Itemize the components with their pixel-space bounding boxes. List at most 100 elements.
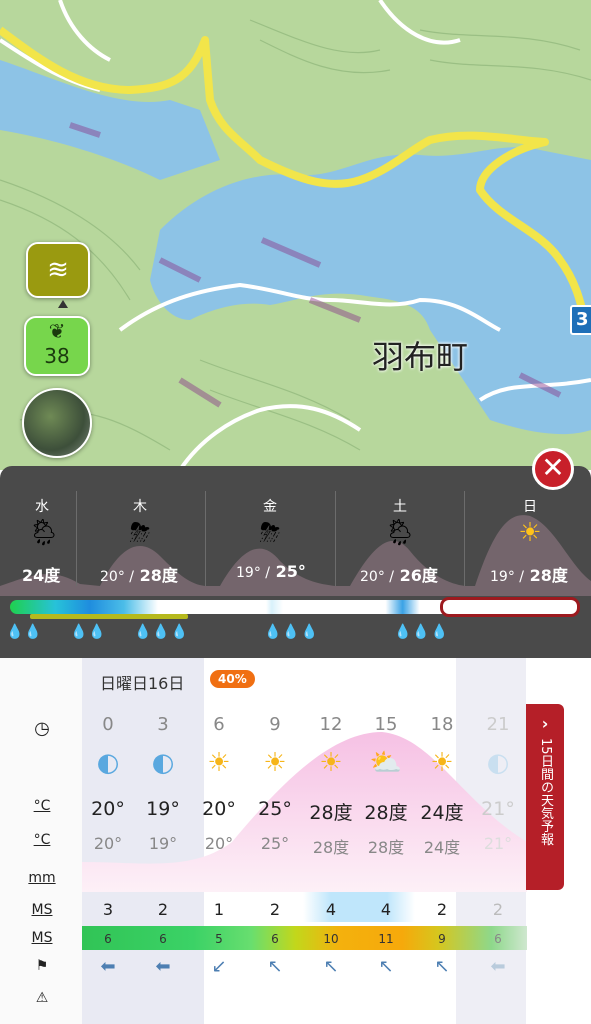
timeline-selection[interactable] (440, 597, 580, 617)
moon-icon: ◐ (151, 748, 175, 778)
sun-icon: ☀ (263, 748, 287, 778)
timeline-current-range (30, 614, 188, 619)
hour-label: 12 (319, 714, 343, 735)
sun-icon: ☀ (430, 748, 454, 778)
rain-unit-label[interactable]: mm (28, 870, 56, 886)
moon-icon: ◐ (96, 748, 120, 778)
air-quality-button[interactable]: ❦ 38 (24, 316, 90, 376)
feels-like-temp: 25° (260, 834, 290, 853)
feels-like-temp: 21° (483, 834, 513, 853)
hour-label: 6 (213, 714, 225, 735)
day-name[interactable]: 木 (110, 496, 170, 516)
day-temp: 19° / 28度 (490, 566, 568, 585)
rain-drops-icon: 💧💧💧 (394, 624, 450, 640)
day-divider (335, 491, 336, 586)
day-divider (464, 491, 465, 586)
gust-speed: 11 (378, 932, 394, 946)
feels-like-temp: 28度 (312, 838, 350, 857)
wind-layer-button[interactable]: ≋ (26, 242, 90, 298)
map-terrain (0, 0, 591, 470)
feels-like-temp: 28度 (367, 838, 405, 857)
temp-unit-label[interactable]: °C (28, 798, 56, 814)
moon-cloud-icon: ◐ (486, 748, 510, 778)
temperature: 20° (91, 798, 125, 820)
date-label: 日曜日16日 (100, 674, 185, 693)
day-name[interactable]: 日 (500, 496, 560, 516)
wind-speed: 2 (157, 900, 169, 919)
day-name[interactable]: 土 (370, 496, 430, 516)
gust-speed: 9 (438, 932, 446, 946)
wind-unit-label[interactable]: MS (28, 902, 56, 918)
wind-direction-arrow-icon: ↖ (323, 956, 339, 977)
hourly-forecast-panel: 日曜日16日 40% ◷ °C °C mm MS MS ⚑ ⚠ 0 3 6 9 … (0, 658, 591, 1024)
feels-like-temp: 20° (93, 834, 123, 853)
wind-speed: 1 (213, 900, 225, 919)
temperature: 19° (146, 798, 180, 820)
hour-label: 18 (430, 714, 454, 735)
hour-label: 3 (157, 714, 169, 735)
hour-label: 21 (486, 714, 510, 735)
gust-speed: 6 (104, 932, 112, 946)
close-button[interactable]: ✕ (532, 448, 574, 490)
warning-icon: ⚠ (35, 990, 49, 1006)
webcam-photo-button[interactable] (22, 388, 92, 458)
feels-like-temp: 24度 (423, 838, 461, 857)
gust-speed: 6 (271, 932, 279, 946)
thunder-sun-cloud-icon: ⛈ (259, 518, 281, 548)
gust-speed: 6 (159, 932, 167, 946)
wind-direction-arrow-icon: ↙ (211, 956, 227, 977)
sun-icon: ☀ (518, 518, 542, 548)
clock-icon: ◷ (34, 718, 50, 739)
temperature: 24度 (420, 802, 464, 824)
road-number-sign: 3 (570, 305, 591, 335)
sun-rain-cloud-icon: 🌦 (27, 518, 61, 548)
day-divider (76, 491, 77, 586)
wind-direction-arrow-icon: ↖ (267, 956, 283, 977)
wind-direction-arrow-icon: ↖ (434, 956, 450, 977)
gust-speed: 6 (494, 932, 502, 946)
sun-icon: ☀ (319, 748, 343, 778)
wind-speed: 2 (269, 900, 281, 919)
temperature: 21° (481, 798, 515, 820)
gust-speed: 5 (215, 932, 223, 946)
wind-direction-arrow-icon: ⬅ (490, 956, 506, 977)
day-temp: 20° / 26度 (360, 566, 438, 585)
map-view[interactable]: 羽布町 3 ≋ ❦ 38 (0, 0, 591, 470)
feels-like-temp: 20° (204, 834, 234, 853)
temperature: 28度 (309, 802, 353, 824)
aqi-value: 38 (44, 344, 70, 368)
sun-cloud-icon: ⛅ (369, 748, 403, 778)
rain-drops-icon: 💧💧 (70, 624, 107, 640)
hour-label: 0 (102, 714, 114, 735)
gust-unit-label[interactable]: MS (28, 930, 56, 946)
temperature: 20° (202, 798, 236, 820)
rain-drops-icon: 💧💧💧 (264, 624, 320, 640)
rain-drops-icon: 💧💧💧 (134, 624, 190, 640)
day-temp: 19° / 25° (236, 562, 306, 581)
wind-direction-arrow-icon: ⬅ (155, 956, 171, 977)
15-day-forecast-label: 15日間の天気予報 (538, 738, 553, 846)
feels-unit-label[interactable]: °C (28, 832, 56, 848)
wind-direction-icon: ⚑ (35, 958, 49, 974)
day-temp: 20° / 28度 (100, 566, 178, 585)
day-divider (205, 491, 206, 586)
rain-drops-icon: 💧💧 (6, 624, 43, 640)
daily-forecast-panel: 水 木 金 土 日 🌦 ⛈ ⛈ 🌦 ☀ 24度 20° / 28度 19° / … (0, 466, 591, 658)
wind-direction-arrow-icon: ⬅ (100, 956, 116, 977)
hour-label: 9 (269, 714, 281, 735)
wind-speed: 3 (102, 900, 114, 919)
leaf-icon: ❦ (48, 319, 66, 343)
wind-speed: 2 (436, 900, 448, 919)
day-name[interactable]: 金 (240, 496, 300, 516)
wind-direction-arrow-icon: ↖ (378, 956, 394, 977)
15-day-forecast-tab[interactable]: › 15日間の天気予報 (526, 704, 564, 890)
temperature: 28度 (364, 802, 408, 824)
chevron-right-icon: › (541, 714, 549, 733)
day-temp: 24度 (22, 566, 61, 585)
thunder-sun-cloud-icon: ⛈ (129, 518, 151, 548)
day-name[interactable]: 水 (12, 496, 72, 516)
gust-speed: 10 (323, 932, 339, 946)
wind-speed: 2 (492, 900, 504, 919)
wind-icon: ≋ (47, 255, 69, 285)
wind-speed: 4 (380, 900, 392, 919)
